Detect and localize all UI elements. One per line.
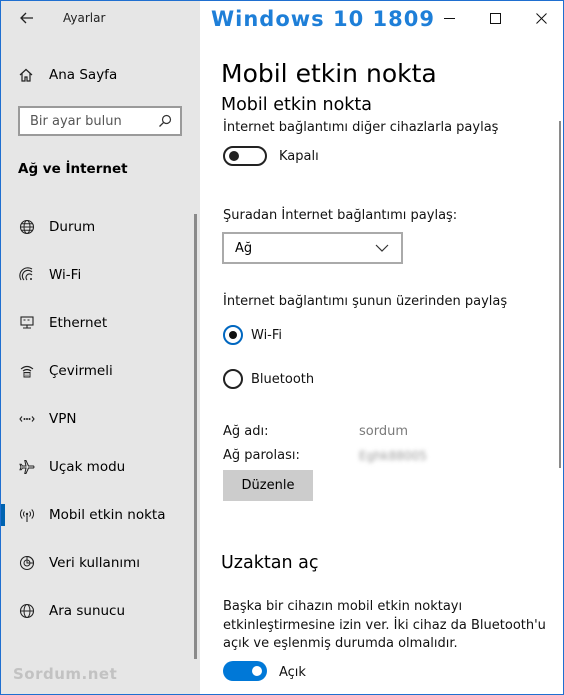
- network-password-value: Eghk88005: [359, 449, 427, 463]
- section-title-hotspot: Mobil etkin nokta: [221, 95, 372, 115]
- proxy-globe-icon: [18, 603, 36, 619]
- content-scrollbar[interactable]: [559, 121, 561, 468]
- sidebar-item-label: Ethernet: [49, 315, 108, 331]
- sidebar-scrollbar[interactable]: [194, 214, 197, 659]
- toggle-knob: [229, 151, 239, 161]
- home-icon: [17, 67, 35, 83]
- watermark-text: Sordum.net: [13, 665, 118, 683]
- network-name-value: sordum: [359, 424, 408, 439]
- share-from-select[interactable]: Ağ: [222, 232, 403, 264]
- radio-wifi[interactable]: [223, 325, 243, 345]
- share-over-label: İnternet bağlantımı şunun üzerinden payl…: [223, 294, 508, 309]
- minimize-icon: [443, 17, 455, 19]
- edit-button[interactable]: Düzenle: [223, 470, 313, 501]
- sidebar-item-home[interactable]: Ana Sayfa: [1, 57, 200, 93]
- sidebar-item-label: Veri kullanımı: [49, 555, 141, 571]
- settings-window: Ayarlar Ana Sayfa Bir ayar bulun Ağ ve İ…: [0, 0, 564, 695]
- sidebar-item-label: Wi-Fi: [49, 267, 82, 283]
- share-from-value: Ağ: [235, 240, 253, 256]
- back-arrow-icon: [20, 12, 33, 24]
- remote-section-title: Uzaktan aç: [221, 553, 319, 573]
- sidebar-item-label: Mobil etkin nokta: [49, 507, 166, 523]
- globe-icon: [18, 219, 36, 235]
- back-button[interactable]: [15, 7, 39, 29]
- close-button[interactable]: [518, 1, 563, 35]
- share-description: İnternet bağlantımı diğer cihazlarla pay…: [223, 120, 499, 135]
- data-usage-icon: [18, 555, 36, 571]
- sidebar-item-mobile-hotspot[interactable]: Mobil etkin nokta: [1, 495, 198, 535]
- remote-description: Başka bir cihazın mobil etkin noktayı et…: [223, 599, 546, 651]
- remote-toggle[interactable]: [223, 661, 267, 681]
- remote-toggle-state: Açık: [279, 665, 306, 680]
- network-password-label: Ağ parolası:: [223, 448, 300, 463]
- sidebar-item-proxy[interactable]: Ara sunucu: [1, 591, 198, 631]
- sidebar-item-ethernet[interactable]: Ethernet: [1, 303, 198, 343]
- minimize-button[interactable]: [426, 1, 472, 35]
- search-placeholder: Bir ayar bulun: [30, 113, 122, 129]
- app-title: Ayarlar: [63, 11, 106, 25]
- sidebar-item-label: VPN: [49, 411, 77, 427]
- sidebar-item-label: Durum: [49, 219, 96, 235]
- airplane-icon: [18, 459, 36, 475]
- overlay-title: Windows 10 1809: [211, 7, 435, 31]
- sidebar-item-wifi[interactable]: Wi-Fi: [1, 255, 198, 295]
- sidebar-item-label: Çevirmeli: [49, 363, 113, 379]
- sidebar-item-label: Ara sunucu: [49, 603, 126, 619]
- sidebar-home-label: Ana Sayfa: [49, 67, 118, 83]
- search-input[interactable]: Bir ayar bulun: [18, 106, 182, 136]
- vpn-icon: [18, 411, 36, 427]
- sidebar: Ayarlar Ana Sayfa Bir ayar bulun Ağ ve İ…: [1, 1, 200, 694]
- page-title: Mobil etkin nokta: [221, 59, 437, 88]
- hotspot-icon: [18, 507, 36, 523]
- sidebar-item-data-usage[interactable]: Veri kullanımı: [1, 543, 198, 583]
- sidebar-item-label: Uçak modu: [49, 459, 126, 475]
- radio-bluetooth-label: Bluetooth: [251, 372, 315, 387]
- close-icon: [535, 12, 547, 24]
- sidebar-item-dialup[interactable]: Çevirmeli: [1, 351, 198, 391]
- share-toggle[interactable]: [223, 146, 267, 166]
- toggle-knob: [252, 666, 262, 676]
- sidebar-item-airplane[interactable]: Uçak modu: [1, 447, 198, 487]
- chevron-down-icon: [371, 244, 393, 252]
- search-icon[interactable]: [156, 114, 174, 128]
- sidebar-section-title: Ağ ve İnternet: [18, 161, 128, 177]
- radio-wifi-label: Wi-Fi: [251, 328, 283, 343]
- share-from-label: Şuradan İnternet bağlantımı paylaş:: [223, 208, 458, 223]
- radio-bluetooth[interactable]: [223, 369, 243, 389]
- maximize-button[interactable]: [472, 1, 518, 35]
- ethernet-icon: [18, 315, 36, 331]
- network-name-label: Ağ adı:: [223, 424, 269, 439]
- dialup-icon: [18, 363, 36, 379]
- share-toggle-state: Kapalı: [279, 149, 319, 164]
- wifi-icon: [18, 267, 36, 283]
- sidebar-item-status[interactable]: Durum: [1, 207, 198, 247]
- maximize-icon: [489, 12, 501, 24]
- sidebar-item-vpn[interactable]: VPN: [1, 399, 198, 439]
